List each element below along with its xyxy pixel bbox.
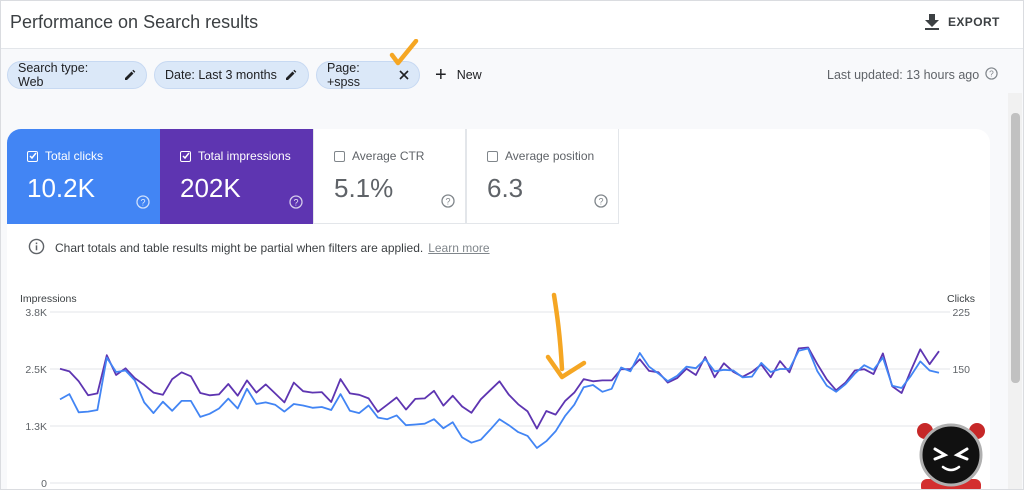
page-header: Performance on Search results EXPORT: [1, 1, 1023, 49]
download-icon: [925, 14, 939, 30]
chip-search-type[interactable]: Search type: Web: [7, 61, 147, 89]
performance-card: Total clicks 10.2K ? Total impressions 2…: [7, 129, 990, 490]
chip-label: Search type: Web: [18, 61, 89, 89]
chip-date-range[interactable]: Date: Last 3 months: [154, 61, 309, 89]
annotation-check-mark: [389, 39, 419, 66]
pencil-icon[interactable]: [285, 69, 297, 81]
annotation-arrow-shaft: [551, 292, 565, 372]
scrollbar-thumb[interactable]: [1011, 113, 1020, 383]
new-filter-label: New: [456, 68, 482, 82]
filter-bar: Search type: Web Date: Last 3 months Pag…: [1, 61, 1023, 91]
svg-text:?: ?: [989, 69, 994, 79]
chip-label: Date: Last 3 months: [165, 68, 277, 82]
clicks-series-line: [59, 347, 940, 449]
last-updated: Last updated: 13 hours ago ?: [827, 67, 998, 83]
robot-mascot-icon: [917, 423, 985, 489]
right-axis-title: Clicks: [947, 293, 975, 305]
export-label: EXPORT: [948, 15, 1000, 29]
left-tick-label: 2.5K: [25, 364, 47, 376]
left-axis-title: Impressions: [20, 293, 77, 305]
chip-label: Page: +spss: [327, 61, 361, 89]
pencil-icon[interactable]: [124, 69, 136, 81]
scrollbar[interactable]: [1008, 93, 1022, 489]
annotation-arrow-head: [545, 354, 587, 380]
performance-chart: Impressions Clicks 3.8K 2.5K 1.3K 0 225 150: [20, 292, 975, 490]
left-tick-label: 1.3K: [25, 421, 47, 433]
close-icon[interactable]: [399, 70, 409, 80]
search-console-window: Performance on Search results EXPORT Sea…: [0, 0, 1024, 490]
impressions-series-line: [59, 346, 940, 430]
new-filter-button[interactable]: + New: [435, 61, 482, 89]
export-button[interactable]: EXPORT: [925, 12, 1000, 32]
plus-icon: +: [435, 64, 447, 86]
help-icon[interactable]: ?: [985, 67, 998, 83]
page-title: Performance on Search results: [10, 12, 259, 32]
right-tick-label: 225: [952, 307, 970, 319]
right-tick-label: 150: [952, 364, 970, 376]
left-tick-label: 3.8K: [25, 307, 47, 319]
last-updated-text: Last updated: 13 hours ago: [827, 68, 980, 82]
left-tick-label: 0: [41, 478, 47, 490]
